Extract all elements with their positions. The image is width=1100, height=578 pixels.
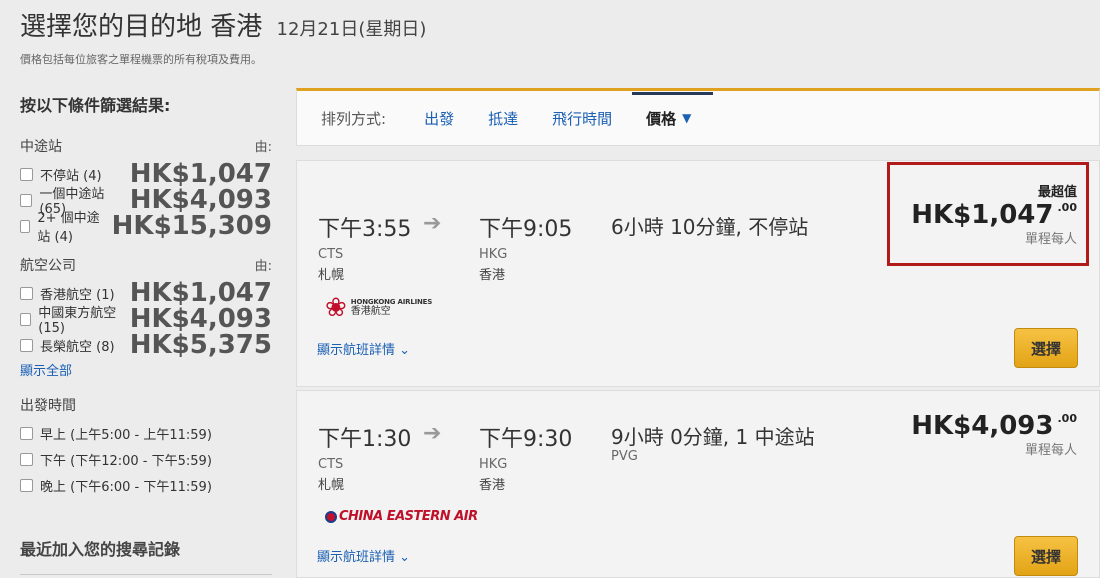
departure-option-morning[interactable]: 早上 (上午5:00 - 上午11:59) bbox=[20, 420, 272, 446]
stops-filter-title: 中途站 bbox=[20, 139, 62, 155]
arrival-time: 下午9:05 bbox=[479, 217, 573, 242]
travel-date: 12月21日(星期日) bbox=[276, 19, 427, 40]
fare-price: HK$4,093.00 bbox=[911, 411, 1077, 441]
departure-airport-code: CTS bbox=[318, 247, 344, 262]
arrival-info: 下午9:30 HKG 香港 bbox=[479, 421, 572, 493]
chevron-down-icon: ⌄ bbox=[399, 343, 411, 358]
option-label: 2+ 個中途站 (4) bbox=[37, 211, 100, 245]
departure-info: 下午3:55 CTS 札幌 bbox=[318, 211, 411, 283]
departure-filter-title: 出發時間 bbox=[20, 398, 76, 414]
filter-sidebar: 按以下條件篩選結果: 中途站 由: 不停站 (4) HK$1,047 一個中途站… bbox=[20, 92, 272, 575]
checkbox-icon[interactable] bbox=[20, 452, 33, 466]
flight-duration: 6小時 10分鐘, 不停站 bbox=[611, 215, 809, 239]
airline-logo-zh: 香港航空 bbox=[350, 306, 391, 318]
from-label: 由: bbox=[254, 140, 272, 155]
page-header: 選擇您的目的地 香港 12月21日(星期日) 價格包括每位旅客之單程機票的所有稅… bbox=[20, 6, 426, 67]
airline-option-china-eastern[interactable]: 中國東方航空 (15) HK$4,093 bbox=[20, 304, 272, 336]
arrival-city: 香港 bbox=[479, 268, 506, 283]
sort-bar: 排列方式: 出發 抵達 飛行時間 價格 ▼ bbox=[296, 88, 1100, 146]
flight-duration: 9小時 0分鐘, 1 中途站 bbox=[611, 425, 815, 449]
chevron-down-icon: ⌄ bbox=[399, 550, 411, 565]
hongkong-airlines-logo: ❀ HONGKONG AIRLINES 香港航空 bbox=[325, 295, 432, 321]
airline-option-eva-air[interactable]: 長榮航空 (8) HK$5,375 bbox=[20, 330, 272, 360]
checkbox-icon[interactable] bbox=[20, 426, 33, 440]
fare-info: HK$4,093.00 單程每人 bbox=[911, 411, 1077, 458]
sort-by-price[interactable]: 價格 ▼ bbox=[632, 91, 714, 129]
option-label: 長榮航空 (8) bbox=[40, 339, 115, 355]
flight-result-card: 下午1:30 CTS 札幌 ➔ 下午9:30 HKG 香港 9小時 0分鐘, 1… bbox=[296, 390, 1100, 578]
option-label: 香港航空 (1) bbox=[40, 287, 115, 303]
select-flight-button[interactable]: 選擇 bbox=[1014, 328, 1078, 368]
china-eastern-logo: CHINA EASTERN AIR bbox=[325, 509, 478, 524]
airlines-filter: 航空公司 由: 香港航空 (1) HK$1,047 中國東方航空 (15) HK… bbox=[20, 255, 272, 379]
fare-per-person: 單程每人 bbox=[1024, 443, 1077, 458]
option-label: 早上 (上午5:00 - 上午11:59) bbox=[40, 427, 212, 443]
checkbox-icon[interactable] bbox=[20, 338, 33, 352]
departure-time: 下午1:30 bbox=[318, 427, 412, 452]
checkbox-icon[interactable] bbox=[20, 193, 33, 207]
china-eastern-emblem-icon bbox=[325, 510, 337, 523]
arrow-right-icon: ➔ bbox=[423, 421, 442, 446]
page-title: 選擇您的目的地 香港 12月21日(星期日) bbox=[20, 6, 426, 43]
option-label: 下午 (下午12:00 - 下午5:59) bbox=[40, 453, 212, 469]
checkbox-icon[interactable] bbox=[20, 167, 33, 181]
show-flight-details-link[interactable]: 顯示航班詳情 ⌄ bbox=[317, 339, 410, 358]
sort-price-label: 價格 bbox=[646, 109, 677, 128]
option-label: 晚上 (下午6:00 - 下午11:59) bbox=[40, 479, 212, 495]
departure-info: 下午1:30 CTS 札幌 bbox=[318, 421, 411, 493]
departure-city: 札幌 bbox=[318, 478, 345, 493]
checkbox-icon[interactable] bbox=[20, 219, 31, 233]
show-flight-details-link[interactable]: 顯示航班詳情 ⌄ bbox=[317, 546, 410, 565]
checkbox-icon[interactable] bbox=[20, 286, 33, 300]
checkbox-icon[interactable] bbox=[20, 478, 33, 492]
arrival-airport-code: HKG bbox=[479, 247, 508, 262]
bauhinia-icon: ❀ bbox=[325, 293, 347, 323]
airline-logo-en: CHINA EASTERN AIR bbox=[339, 509, 478, 524]
checkbox-icon[interactable] bbox=[20, 312, 32, 326]
show-all-airlines-link[interactable]: 顯示全部 bbox=[20, 360, 272, 379]
departure-option-afternoon[interactable]: 下午 (下午12:00 - 下午5:59) bbox=[20, 446, 272, 472]
stops-option-two-plus[interactable]: 2+ 個中途站 (4) HK$15,309 bbox=[20, 211, 272, 245]
departure-time-filter: 出發時間 早上 (上午5:00 - 上午11:59) 下午 (下午12:00 -… bbox=[20, 395, 272, 498]
option-price: HK$15,309 bbox=[111, 211, 272, 241]
arrival-airport-code: HKG bbox=[479, 457, 508, 472]
sort-by-arrival[interactable]: 抵達 bbox=[488, 108, 518, 129]
arrival-time: 下午9:30 bbox=[479, 427, 573, 452]
departure-airport-code: CTS bbox=[318, 457, 344, 472]
from-label: 由: bbox=[254, 259, 272, 274]
stops-filter: 中途站 由: 不停站 (4) HK$1,047 一個中途站 (65) HK$4,… bbox=[20, 136, 272, 245]
option-price: HK$5,375 bbox=[129, 330, 272, 360]
destination-title: 選擇您的目的地 香港 bbox=[20, 12, 263, 42]
price-note: 價格包括每位旅客之單程機票的所有稅項及費用。 bbox=[20, 53, 262, 66]
option-label: 不停站 (4) bbox=[40, 168, 102, 184]
select-flight-button[interactable]: 選擇 bbox=[1014, 536, 1078, 576]
arrival-info: 下午9:05 HKG 香港 bbox=[479, 211, 572, 283]
recent-searches-heading: 最近加入您的搜尋記錄 bbox=[20, 536, 272, 575]
arrival-city: 香港 bbox=[479, 478, 506, 493]
airlines-filter-title: 航空公司 bbox=[20, 258, 76, 274]
chevron-down-icon: ▼ bbox=[682, 111, 692, 125]
departure-city: 札幌 bbox=[318, 268, 345, 283]
best-value-highlight-box bbox=[887, 162, 1089, 266]
connection-airport: PVG bbox=[611, 449, 638, 464]
option-label: 中國東方航空 (15) bbox=[38, 306, 117, 336]
departure-option-evening[interactable]: 晚上 (下午6:00 - 下午11:59) bbox=[20, 472, 272, 498]
sort-by-duration[interactable]: 飛行時間 bbox=[552, 108, 612, 129]
filter-heading: 按以下條件篩選結果: bbox=[20, 96, 171, 115]
departure-time: 下午3:55 bbox=[318, 217, 412, 242]
sort-by-departure[interactable]: 出發 bbox=[424, 108, 454, 129]
arrow-right-icon: ➔ bbox=[423, 211, 442, 236]
sort-label: 排列方式: bbox=[321, 109, 387, 128]
